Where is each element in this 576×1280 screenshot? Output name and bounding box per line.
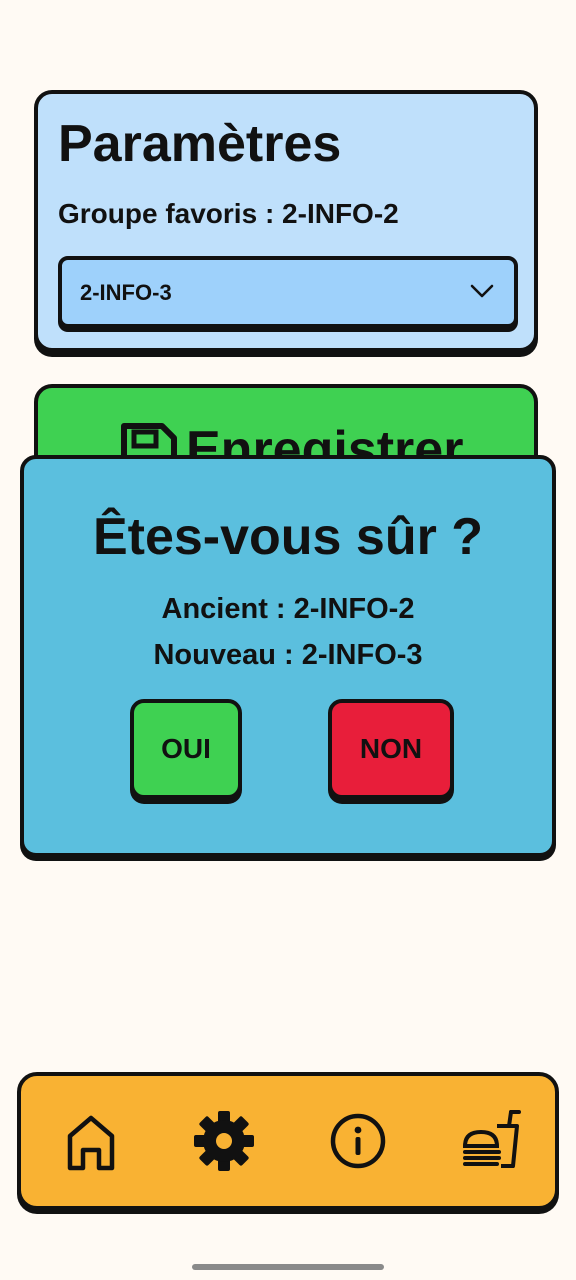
- no-button[interactable]: NON: [328, 699, 454, 799]
- status-time: 18:51: [90, 26, 141, 48]
- group-select-value: 2-INFO-3: [80, 280, 172, 305]
- dialog-title: Êtes-vous sûr ?: [92, 508, 484, 566]
- group-select[interactable]: 2-INFO-3: [58, 256, 518, 328]
- food-menu-icon: [462, 1110, 521, 1168]
- nav-menu[interactable]: [457, 1106, 527, 1176]
- dialog-new-value: Nouveau : 2-INFO-3: [153, 639, 423, 671]
- nav-settings[interactable]: [189, 1106, 259, 1176]
- status-indicators: Vo LTE ◢ ◢ 98%: [388, 28, 540, 50]
- dialog-old-value: Ancient : 2-INFO-2: [161, 593, 415, 625]
- nav-info[interactable]: [323, 1106, 393, 1176]
- favorite-group-label: Groupe favoris : 2-INFO-2: [58, 198, 399, 229]
- nav-home[interactable]: [56, 1106, 126, 1176]
- info-icon: [330, 1113, 386, 1169]
- home-icon: [67, 1115, 115, 1171]
- chevron-down-icon: [470, 284, 494, 298]
- gesture-bar[interactable]: [192, 1264, 384, 1270]
- settings-card: Paramètres Groupe favoris : 2-INFO-2 2-I…: [34, 90, 538, 352]
- yes-button[interactable]: OUI: [130, 699, 242, 799]
- bottom-nav: [17, 1072, 559, 1210]
- confirm-dialog: Êtes-vous sûr ? Ancient : 2-INFO-2 Nouve…: [20, 455, 556, 857]
- page-title: Paramètres: [58, 115, 342, 173]
- status-bar: 18:51 Vo LTE ◢ ◢ 98%: [0, 0, 576, 72]
- gear-icon: [194, 1111, 254, 1171]
